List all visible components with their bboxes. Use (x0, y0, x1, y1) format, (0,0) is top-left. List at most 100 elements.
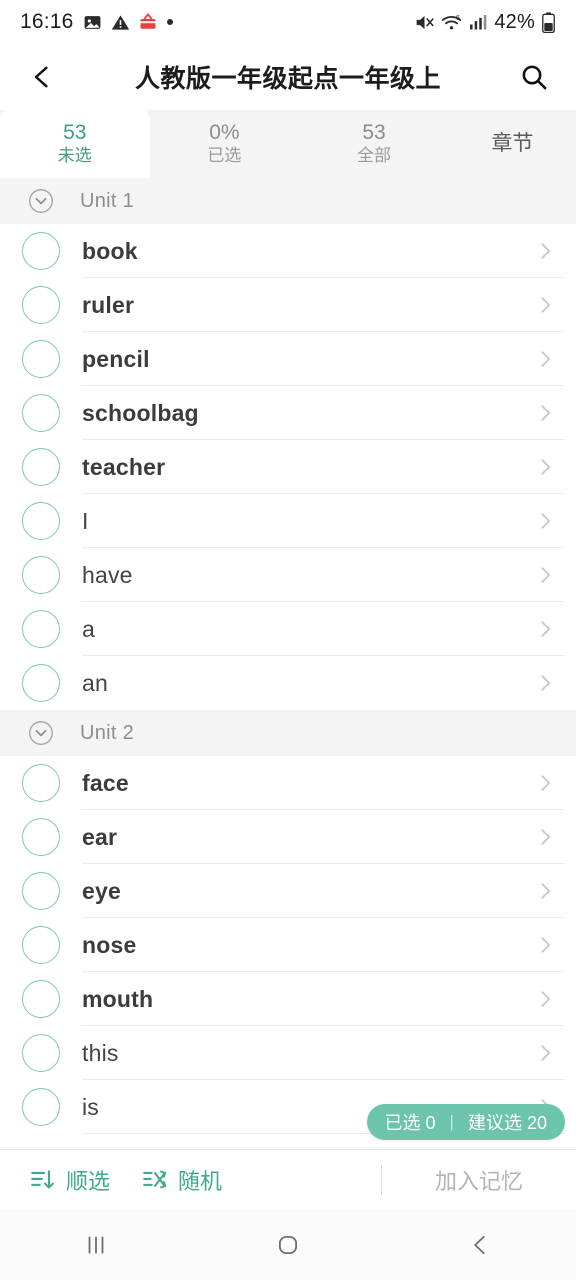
tab-bar: 53 未选 0% 已选 53 全部 章节 (0, 110, 576, 178)
word-label: pencil (82, 345, 150, 372)
tab-selected[interactable]: 0% 已选 (150, 110, 300, 178)
home-icon (275, 1232, 301, 1258)
chevron-right-icon[interactable] (534, 1042, 556, 1064)
word-row[interactable]: book (0, 224, 576, 278)
chevron-right-icon[interactable] (534, 826, 556, 848)
battery-percent: 42% (494, 10, 535, 33)
word-list[interactable]: Unit 1 book ruler pencil schoolbag teach… (0, 178, 576, 1149)
unit-header[interactable]: Unit 1 (0, 178, 576, 224)
add-to-memory-button[interactable]: 加入记忆 (382, 1164, 576, 1196)
word-label: schoolbag (82, 399, 199, 426)
chevron-right-icon[interactable] (534, 510, 556, 532)
word-checkbox[interactable] (22, 340, 60, 378)
chevron-right-icon[interactable] (534, 402, 556, 424)
word-checkbox[interactable] (22, 448, 60, 486)
status-time: 16:16 (20, 10, 74, 33)
selection-summary-badge[interactable]: 已选 0 | 建议选 20 (366, 1104, 565, 1140)
app-icon (139, 13, 157, 31)
chevron-right-icon[interactable] (534, 564, 556, 586)
back-icon (467, 1232, 493, 1258)
chevron-down-circle-icon (28, 188, 54, 214)
chevron-right-icon[interactable] (534, 618, 556, 640)
word-checkbox[interactable] (22, 764, 60, 802)
app-header: 人教版一年级起点一年级上 (0, 44, 576, 110)
chevron-right-icon[interactable] (534, 348, 556, 370)
chevron-right-icon[interactable] (534, 240, 556, 262)
word-label: this (82, 1039, 119, 1066)
word-checkbox[interactable] (22, 610, 60, 648)
chevron-right-icon[interactable] (534, 934, 556, 956)
chevron-down-circle-icon (28, 720, 54, 746)
word-label: book (82, 237, 138, 264)
word-label: ear (82, 823, 118, 850)
unit-header[interactable]: Unit 2 (0, 710, 576, 756)
word-row[interactable]: schoolbag (0, 386, 576, 440)
word-label: ruler (82, 291, 135, 318)
chevron-right-icon[interactable] (534, 772, 556, 794)
add-to-memory-label: 加入记忆 (434, 1168, 523, 1194)
random-select-button[interactable]: 随机 (126, 1164, 238, 1196)
chevron-right-icon[interactable] (534, 672, 556, 694)
dot-icon (166, 18, 174, 26)
word-row[interactable]: nose (0, 918, 576, 972)
word-checkbox[interactable] (22, 286, 60, 324)
word-row[interactable]: teacher (0, 440, 576, 494)
android-nav-bar (0, 1209, 576, 1280)
back-button-nav[interactable] (384, 1232, 576, 1258)
tab-unselected-count: 53 (63, 121, 87, 145)
word-checkbox[interactable] (22, 556, 60, 594)
tab-all[interactable]: 53 全部 (299, 110, 449, 178)
search-icon (520, 63, 548, 91)
suggested-count-label: 建议选 20 (467, 1113, 547, 1133)
word-row[interactable]: this (0, 1026, 576, 1080)
status-bar: 16:16 6 42% (0, 0, 576, 44)
word-checkbox[interactable] (22, 394, 60, 432)
status-bar-left: 16:16 (20, 10, 174, 34)
selected-count-label: 已选 0 (384, 1113, 436, 1133)
word-row[interactable]: ear (0, 810, 576, 864)
recents-button[interactable] (0, 1232, 192, 1258)
word-checkbox[interactable] (22, 872, 60, 910)
back-button[interactable] (22, 57, 62, 97)
word-row[interactable]: have (0, 548, 576, 602)
word-row[interactable]: a (0, 602, 576, 656)
word-checkbox[interactable] (22, 980, 60, 1018)
warning-icon (111, 13, 130, 32)
word-label: a (82, 615, 95, 642)
tab-unselected[interactable]: 53 未选 (0, 110, 150, 178)
word-label: face (82, 769, 129, 796)
word-row[interactable]: face (0, 756, 576, 810)
wifi-icon: 6 (441, 12, 462, 33)
word-row[interactable]: mouth (0, 972, 576, 1026)
word-label: I (82, 507, 89, 534)
word-checkbox[interactable] (22, 232, 60, 270)
battery-icon (541, 11, 556, 33)
search-button[interactable] (514, 57, 554, 97)
chevron-right-icon[interactable] (534, 456, 556, 478)
tab-all-label: 全部 (357, 146, 392, 166)
home-button[interactable] (192, 1232, 384, 1258)
word-label: eye (82, 877, 121, 904)
tab-selected-label: 已选 (207, 146, 242, 166)
word-row[interactable]: pencil (0, 332, 576, 386)
tab-selected-count: 0% (209, 121, 240, 145)
sort-select-button[interactable]: 顺选 (14, 1164, 126, 1196)
word-checkbox[interactable] (22, 818, 60, 856)
chevron-right-icon[interactable] (534, 988, 556, 1010)
tab-all-count: 53 (362, 121, 386, 145)
tab-chapters-label: 章节 (491, 132, 534, 156)
chevron-right-icon[interactable] (534, 880, 556, 902)
word-row[interactable]: an (0, 656, 576, 710)
tab-chapters[interactable]: 章节 (449, 110, 576, 178)
word-row[interactable]: eye (0, 864, 576, 918)
unit-name: Unit 2 (80, 721, 135, 744)
word-checkbox[interactable] (22, 664, 60, 702)
word-row[interactable]: I (0, 494, 576, 548)
word-checkbox[interactable] (22, 926, 60, 964)
word-checkbox[interactable] (22, 1088, 60, 1126)
chevron-right-icon[interactable] (534, 294, 556, 316)
word-checkbox[interactable] (22, 1034, 60, 1072)
word-row[interactable]: ruler (0, 278, 576, 332)
word-checkbox[interactable] (22, 502, 60, 540)
sort-descending-icon (30, 1167, 56, 1193)
